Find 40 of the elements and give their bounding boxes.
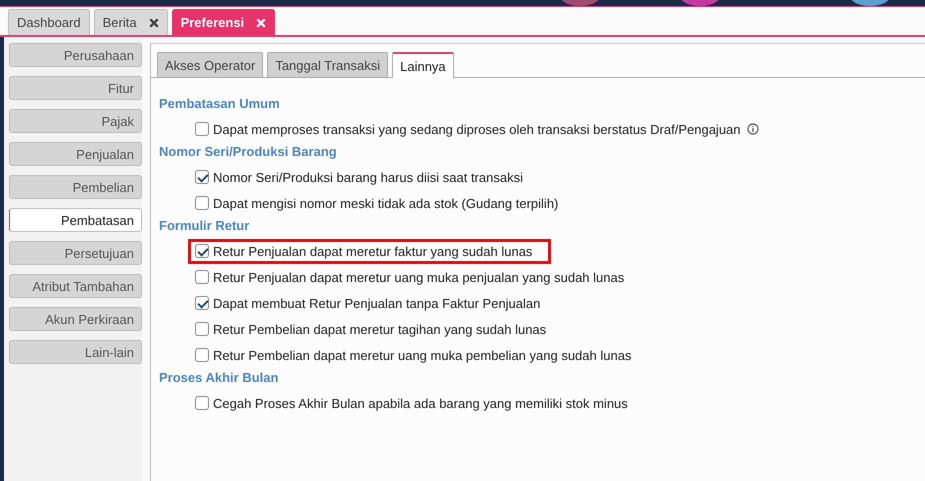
sidebar-item[interactable]: Pajak xyxy=(9,109,142,133)
checkbox[interactable] xyxy=(195,322,209,336)
section-heading: Proses Akhir Bulan xyxy=(159,370,280,387)
tab[interactable]: Preferensi xyxy=(172,9,276,35)
checkbox[interactable] xyxy=(195,244,209,258)
sidebar-item[interactable]: Lain-lain xyxy=(9,340,142,364)
sidebar-item[interactable]: Pembelian xyxy=(9,175,142,199)
tab[interactable]: Berita xyxy=(94,9,168,35)
sidebar-item[interactable]: Atribut Tambahan xyxy=(9,274,142,298)
checkbox[interactable] xyxy=(195,396,209,410)
sidebar-item[interactable]: Persetujuan xyxy=(9,241,142,265)
info-icon[interactable] xyxy=(746,123,759,135)
sidebar-item[interactable]: Fitur xyxy=(9,76,142,100)
section-heading: Pembatasan Umum xyxy=(159,96,281,113)
checkbox[interactable] xyxy=(195,122,209,136)
sidebar-item[interactable]: Pembatasan xyxy=(9,208,142,232)
checkbox[interactable] xyxy=(195,170,209,184)
option-label: Retur Pembelian dapat meretur uang muka pembelian yang sudah lunas xyxy=(213,348,632,362)
option-label: Dapat membuat Retur Penjualan tanpa Faktur Penjualan xyxy=(213,296,540,310)
option-label: Retur Pembelian dapat meretur tagihan yang sudah lunas xyxy=(213,322,546,336)
option-label: Nomor Seri/Produksi barang harus diisi saat transaksi xyxy=(213,170,523,184)
option-label: Retur Penjualan dapat meretur faktur yang sudah lunas xyxy=(213,244,532,258)
option-label: Retur Penjualan dapat meretur uang muka penjualan yang sudah lunas xyxy=(213,270,624,284)
close-icon[interactable] xyxy=(148,18,159,28)
sidebar-item[interactable]: Akun Perkiraan xyxy=(9,307,142,331)
tab[interactable]: Dashboard xyxy=(8,9,90,35)
option-label: Cegah Proses Akhir Bulan apabila ada barang yang memiliki stok minus xyxy=(213,396,628,410)
tab[interactable]: Tanggal Transaksi xyxy=(267,52,388,77)
sidebar-item[interactable]: Perusahaan xyxy=(9,43,142,67)
checkbox[interactable] xyxy=(195,196,209,210)
section-heading: Formulir Retur xyxy=(159,218,250,235)
checkbox[interactable] xyxy=(195,270,209,284)
checkbox[interactable] xyxy=(195,296,209,310)
option-label: Dapat memproses transaksi yang sedang diproses oleh transaksi berstatus Draf/Pengajuan xyxy=(213,122,741,136)
sidebar-item[interactable]: Penjualan xyxy=(9,142,142,166)
option-label: Dapat mengisi nomor meski tidak ada stok (Gudang terpilih) xyxy=(213,196,558,210)
section-heading: Nomor Seri/Produksi Barang xyxy=(159,144,338,161)
checkbox[interactable] xyxy=(195,348,209,362)
tab[interactable]: Akses Operator xyxy=(157,52,264,77)
tab[interactable]: Lainnya xyxy=(392,52,454,78)
